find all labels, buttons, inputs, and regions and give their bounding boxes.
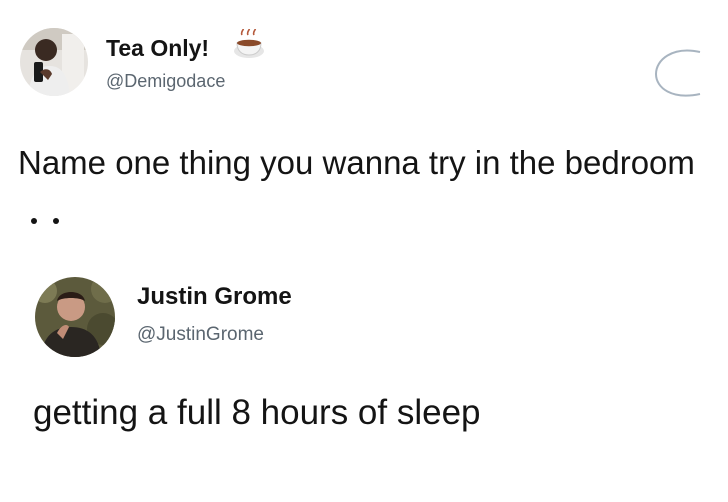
author-name[interactable]: Justin Grome bbox=[137, 283, 292, 311]
avatar-photo-icon bbox=[20, 28, 88, 96]
ellipsis-dots-icon bbox=[28, 191, 64, 242]
author-handle[interactable]: @Demigodace bbox=[106, 71, 225, 92]
avatar[interactable] bbox=[20, 28, 88, 96]
tweet-text: Name one thing you wanna try in the bedr… bbox=[18, 137, 718, 242]
avatar[interactable] bbox=[35, 277, 115, 357]
teacup-icon bbox=[232, 26, 266, 68]
author-name[interactable]: Tea Only! bbox=[106, 35, 209, 62]
tweet-text: getting a full 8 hours of sleep bbox=[33, 393, 481, 432]
tweet-text-content: Name one thing you wanna try in the bedr… bbox=[18, 144, 695, 181]
author-handle[interactable]: @JustinGrome bbox=[137, 324, 264, 346]
avatar-photo-icon bbox=[35, 277, 115, 357]
partial-circle-icon[interactable] bbox=[650, 46, 704, 105]
